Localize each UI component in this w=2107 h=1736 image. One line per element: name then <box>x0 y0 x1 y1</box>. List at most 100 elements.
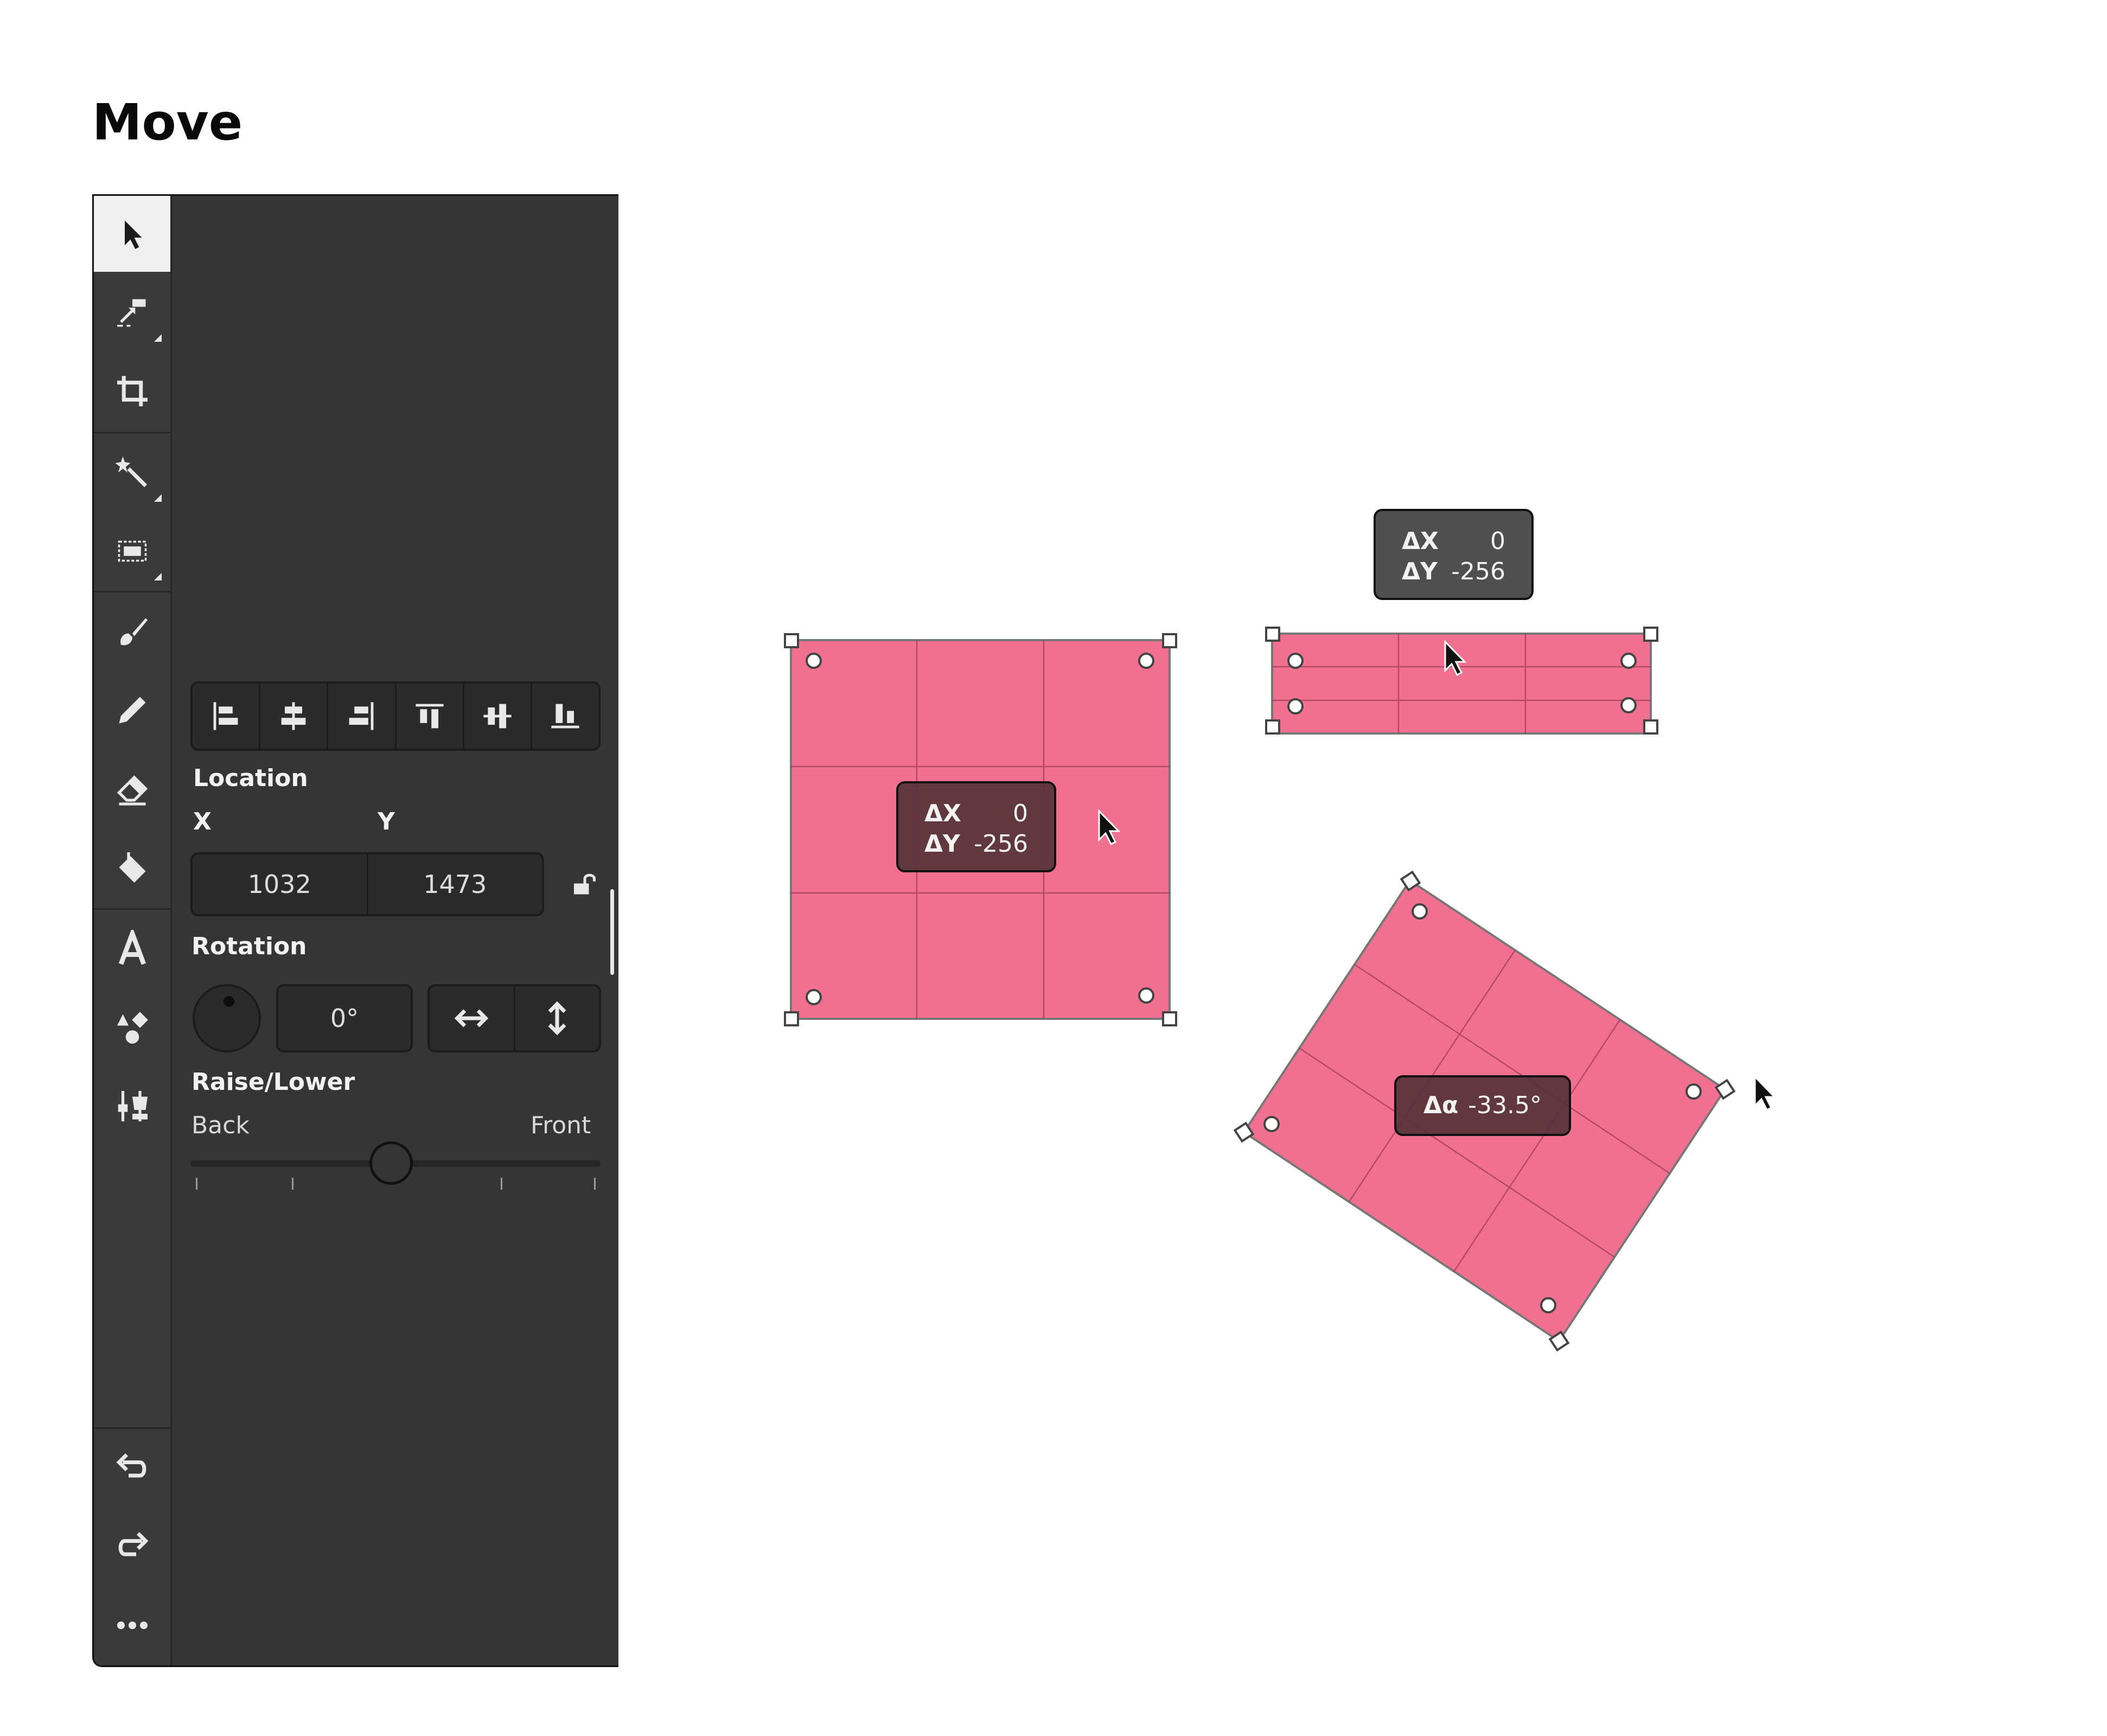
paintbrush-icon <box>120 618 148 646</box>
delta-y-value: -256 <box>1451 558 1505 585</box>
align-left-button[interactable] <box>193 684 261 749</box>
warp-handle[interactable] <box>1263 1116 1280 1132</box>
align-top-button[interactable] <box>397 684 464 749</box>
submenu-indicator-icon <box>154 573 162 580</box>
redo-button[interactable] <box>94 1509 170 1585</box>
raise-lower-slider-thumb[interactable] <box>369 1141 413 1185</box>
crop-tool-button[interactable] <box>94 353 170 429</box>
flip-vertical-button[interactable] <box>515 986 599 1050</box>
location-label: Location <box>193 764 308 792</box>
tool-sidebar <box>94 196 172 1665</box>
adjustments-icon <box>118 1091 148 1121</box>
rectangle-select-tool-button[interactable] <box>94 513 170 589</box>
warp-handle[interactable] <box>1138 653 1154 669</box>
y-label: Y <box>378 808 395 835</box>
align-bottom-icon <box>551 704 579 729</box>
move-tool-panel: Location X Y 1032 1473 Rotation 0° Raise… <box>92 194 618 1667</box>
flip-button-group <box>427 984 601 1052</box>
slider-tick <box>501 1178 502 1190</box>
front-label: Front <box>531 1112 591 1139</box>
shapes-tool-button[interactable] <box>94 990 170 1065</box>
eraser-tool-button[interactable] <box>94 751 170 827</box>
warp-handle[interactable] <box>1620 697 1637 713</box>
resize-handle[interactable] <box>1162 633 1177 648</box>
warp-handle[interactable] <box>1685 1083 1702 1100</box>
rotation-label: Rotation <box>191 933 307 960</box>
toolbar-divider <box>94 1427 170 1429</box>
toolbar-divider <box>94 591 170 592</box>
align-top-icon <box>415 704 444 729</box>
unlock-icon[interactable] <box>571 871 598 898</box>
raise-lower-label: Raise/Lower <box>191 1068 355 1096</box>
resize-handle[interactable] <box>784 1011 799 1026</box>
warp-handle[interactable] <box>1287 653 1304 669</box>
delta-x-label: ΔX <box>1402 527 1439 555</box>
pencil-tool-button[interactable] <box>94 672 170 748</box>
resize-handle[interactable] <box>1265 719 1280 735</box>
move-delta-tooltip-square: ΔX 0 ΔY -256 <box>896 781 1056 872</box>
flat-shape-body[interactable] <box>1271 633 1652 735</box>
arrow-pointer-icon <box>124 220 142 249</box>
brush-tool-button[interactable] <box>94 593 170 669</box>
rotation-dial[interactable] <box>193 984 261 1052</box>
align-left-icon <box>213 702 238 730</box>
align-center-vertical-button[interactable] <box>464 684 532 749</box>
x-position-input[interactable]: 1032 <box>193 854 368 914</box>
resize-handle[interactable] <box>1643 719 1658 735</box>
magic-wand-tool-button[interactable] <box>94 435 170 510</box>
back-label: Back <box>191 1112 250 1139</box>
toolbar-divider <box>94 432 170 433</box>
adjustments-tool-button[interactable] <box>94 1068 170 1144</box>
redo-icon <box>118 1532 148 1556</box>
delta-y-label: ΔY <box>924 830 960 858</box>
more-options-button[interactable] <box>94 1587 170 1663</box>
move-selection-icon <box>117 299 145 327</box>
text-tool-button[interactable] <box>94 911 170 987</box>
rotation-delta-tooltip: Δα -33.5° <box>1394 1075 1571 1136</box>
rotation-dial-indicator <box>224 996 234 1007</box>
flip-horizontal-button[interactable] <box>430 986 515 1050</box>
warp-handle[interactable] <box>1412 903 1428 920</box>
warp-handle[interactable] <box>1287 698 1304 714</box>
undo-button[interactable] <box>94 1430 170 1506</box>
page-title: Move <box>92 93 243 151</box>
delta-x-value: 0 <box>1013 800 1028 827</box>
align-button-group <box>190 681 601 751</box>
move-delta-tooltip-top: ΔX 0 ΔY -256 <box>1374 509 1534 600</box>
select-tool-button[interactable] <box>94 196 170 272</box>
resize-handle[interactable] <box>784 633 799 648</box>
delta-y-value: -256 <box>974 830 1028 858</box>
delta-angle-label: Δα <box>1423 1092 1459 1119</box>
fill-tool-button[interactable] <box>94 829 170 905</box>
resize-handle[interactable] <box>1162 1011 1177 1026</box>
y-position-input[interactable]: 1473 <box>368 854 542 914</box>
flat-rectangle-shape <box>1265 627 1658 735</box>
warp-handle[interactable] <box>806 989 822 1005</box>
more-dots-icon <box>117 1622 148 1629</box>
align-bottom-button[interactable] <box>532 684 598 749</box>
delta-x-value: 0 <box>1490 527 1505 555</box>
warp-handle[interactable] <box>1620 653 1637 669</box>
resize-handle[interactable] <box>1265 627 1280 642</box>
marquee-select-icon <box>118 540 146 562</box>
delta-x-label: ΔX <box>924 800 961 827</box>
undo-icon <box>116 1453 146 1478</box>
panel-scrollbar[interactable] <box>610 889 614 975</box>
delta-y-label: ΔY <box>1402 558 1438 585</box>
slider-tick <box>594 1178 596 1190</box>
move-tool-button[interactable] <box>94 275 170 350</box>
rotation-angle-input[interactable]: 0° <box>276 984 413 1052</box>
location-fields: 1032 1473 <box>190 852 544 916</box>
crop-icon <box>117 376 148 406</box>
pencil-icon <box>119 697 145 724</box>
resize-handle[interactable] <box>1643 627 1658 642</box>
flip-horizontal-icon <box>455 1009 489 1027</box>
align-right-button[interactable] <box>328 684 397 749</box>
warp-handle[interactable] <box>806 653 822 669</box>
mouse-cursor-icon <box>1754 1075 1777 1112</box>
submenu-indicator-icon <box>154 334 162 342</box>
align-center-horizontal-button[interactable] <box>260 684 329 749</box>
warp-handle[interactable] <box>1138 987 1154 1004</box>
warp-handle[interactable] <box>1540 1297 1556 1313</box>
eraser-icon <box>117 775 148 806</box>
